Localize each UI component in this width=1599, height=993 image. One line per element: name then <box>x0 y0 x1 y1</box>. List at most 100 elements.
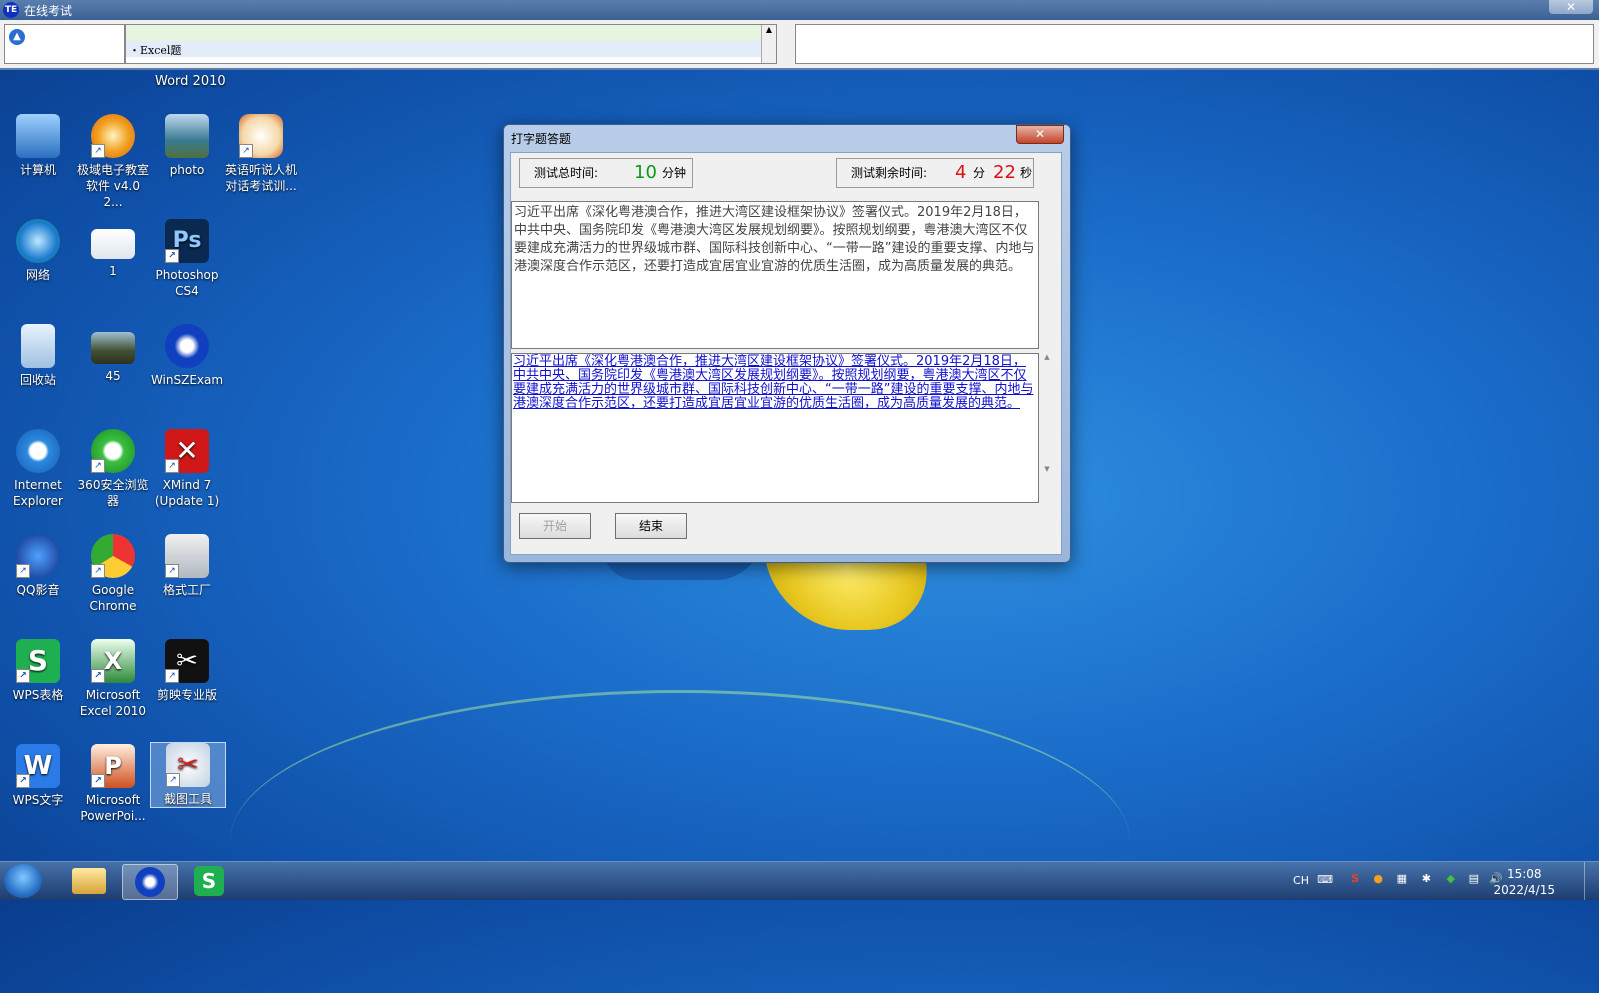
typing-scrollbar[interactable]: ▲ ▼ <box>1041 353 1053 503</box>
bluetooth-icon[interactable]: ✱ <box>1422 872 1431 885</box>
remaining-minutes: 4 <box>955 162 967 183</box>
desktop-icon-powerpoint[interactable]: P ↗ Microsoft PowerPoi... <box>76 744 150 824</box>
total-time-label: 测试总时间: <box>534 166 599 180</box>
file-icon <box>91 229 135 259</box>
start-button[interactable]: 开始 <box>519 513 591 539</box>
excel-icon: X ↗ <box>91 639 135 683</box>
dialog-body: 测试总时间: 10 分钟 测试剩余时间: 4 分 22 秒 习近平出席《深化粤港… <box>510 152 1062 555</box>
desktop-icon-wps-writer[interactable]: W ↗ WPS文字 <box>1 744 75 808</box>
ime-indicator[interactable]: CH <box>1293 874 1309 887</box>
desktop-icon-excel[interactable]: X ↗ Microsoft Excel 2010 <box>76 639 150 719</box>
list-item[interactable] <box>126 25 771 41</box>
cow-icon: ↗ <box>239 114 283 158</box>
desktop-icon-wps-sheet[interactable]: S ↗ WPS表格 <box>1 639 75 703</box>
desktop-icon-label: 极域电子教室 软件 v4.0 2... <box>76 163 149 209</box>
exam-panel: ▲ ・Excel题 ▲ <box>0 20 1599 70</box>
list-item[interactable] <box>126 41 771 57</box>
question-item-label[interactable]: ・Excel题 <box>129 42 181 58</box>
desktop-icon-45[interactable]: 45 <box>76 324 150 384</box>
desktop-icon-folder-1[interactable]: 1 <box>76 219 150 279</box>
network-tray-icon[interactable]: ▦ <box>1397 872 1407 885</box>
exam-titlebar: TE 在线考试 ✕ <box>0 0 1599 20</box>
desktop-icon-winszexam[interactable]: WinSZExam <box>150 324 224 388</box>
taskbar-wps[interactable]: S <box>182 864 236 898</box>
typing-dialog: 打字题答题 ✕ 测试总时间: 10 分钟 测试剩余时间: 4 分 22 秒 习近… <box>503 124 1071 563</box>
computer-icon <box>16 114 60 158</box>
chrome-icon: ↗ <box>91 534 135 578</box>
network-icon[interactable]: ▤ <box>1469 872 1479 885</box>
total-time-value: 10 <box>634 162 657 183</box>
desktop-icon-label: WPS文字 <box>12 793 64 807</box>
jiyu-tray-icon[interactable]: ● <box>1373 872 1383 885</box>
question-list: ・Excel题 ▲ <box>125 24 777 64</box>
browser-360-icon: ↗ <box>91 429 135 473</box>
desktop-icon-recycle-bin[interactable]: 回收站 <box>1 324 75 388</box>
desktop-icon-photo[interactable]: photo <box>150 114 224 178</box>
desktop-icon-label: 360安全浏览器 <box>77 478 149 508</box>
desktop-icon-label: 45 <box>105 369 121 383</box>
remaining-time-box: 测试剩余时间: 4 分 22 秒 <box>836 158 1034 188</box>
typing-input[interactable]: 习近平出席《深化粤港澳合作，推进大湾区建设框架协议》签署仪式。2019年2月18… <box>511 353 1039 503</box>
dialog-title: 打字题答题 <box>511 132 572 146</box>
desktop-icon-qqplayer[interactable]: ↗ QQ影音 <box>1 534 75 598</box>
desktop-icon-label: Microsoft PowerPoi... <box>80 793 146 823</box>
keyboard-icon[interactable]: ⌨ <box>1317 873 1333 886</box>
show-desktop-button[interactable] <box>1584 862 1599 900</box>
taskbar: S CH ⌨ S ● ▦ ✱ ◆ ▤ 🔊 15:08 2022/4/15 <box>0 861 1599 900</box>
up-arrow-icon[interactable]: ▲ <box>9 29 25 45</box>
desktop-icon-label: WPS表格 <box>12 688 64 702</box>
jianying-icon: ✂ ↗ <box>165 639 209 683</box>
desktop-icon-snipping-tool[interactable]: ✂ ↗ 截图工具 <box>150 742 226 808</box>
internet-explorer-icon <box>16 429 60 473</box>
desktop-icon-label: 1 <box>109 264 117 278</box>
wallpaper-curve <box>230 690 1130 993</box>
desktop-icon-computer[interactable]: 计算机 <box>1 114 75 178</box>
desktop-icon-label: Internet Explorer <box>13 478 63 508</box>
format-factory-icon: ↗ <box>165 534 209 578</box>
desktop-icon-ie[interactable]: Internet Explorer <box>1 429 75 509</box>
desktop-icon-label: 格式工厂 <box>162 583 211 597</box>
clock[interactable]: 15:08 2022/4/15 <box>1493 866 1555 898</box>
desktop-icon-label: 网络 <box>25 268 50 282</box>
desktop-icon-label: Google Chrome <box>89 583 137 613</box>
photo-icon <box>165 114 209 158</box>
desktop-icon-label: 剪映专业版 <box>156 688 217 702</box>
wps-spreadsheet-icon: S ↗ <box>16 639 60 683</box>
app-tray-icon[interactable]: ◆ <box>1447 872 1455 885</box>
clock-time: 15:08 <box>1506 867 1542 881</box>
desktop-icon-label: XMind 7 (Update 1) <box>154 478 220 508</box>
image-thumbnail-icon <box>91 332 135 364</box>
start-button-windows[interactable] <box>4 864 42 898</box>
desktop-icon-chrome[interactable]: ↗ Google Chrome <box>76 534 150 614</box>
desktop-icon-english-exam[interactable]: ↗ 英语听说人机 对话考试训... <box>224 114 298 194</box>
desktop-icon-xmind[interactable]: ✕ ↗ XMind 7 (Update 1) <box>150 429 224 509</box>
question-list-scrollbar[interactable]: ▲ <box>761 25 776 63</box>
sogou-icon[interactable]: S <box>1351 872 1359 885</box>
window-close-button[interactable]: ✕ <box>1549 0 1593 14</box>
desktop-icon-360[interactable]: ↗ 360安全浏览器 <box>76 429 150 509</box>
dialog-close-button[interactable]: ✕ <box>1016 125 1064 144</box>
qqplayer-icon: ↗ <box>16 534 60 578</box>
desktop-icon-photoshop[interactable]: Ps ↗ Photoshop CS4 <box>150 219 224 299</box>
remaining-seconds: 22 <box>993 162 1016 183</box>
folder-icon <box>72 868 106 894</box>
desktop-icon-label: 英语听说人机 对话考试训... <box>224 163 297 193</box>
end-button[interactable]: 结束 <box>615 513 687 539</box>
taskbar-explorer[interactable] <box>62 864 116 898</box>
desktop-icon-jianying[interactable]: ✂ ↗ 剪映专业版 <box>150 639 224 703</box>
exam-logo-icon: TE <box>3 2 19 18</box>
desktop-icon-label: QQ影音 <box>16 583 60 597</box>
desktop-icon-label: 计算机 <box>19 163 56 177</box>
desktop-icon-label: Microsoft Excel 2010 <box>79 688 147 718</box>
desktop-icon-network[interactable]: 网络 <box>1 219 75 283</box>
desktop-icon-jiyu[interactable]: ↗ 极域电子教室 软件 v4.0 2... <box>76 114 150 210</box>
total-time-unit: 分钟 <box>662 166 687 180</box>
desktop-icon-label[interactable]: Word 2010 <box>155 74 226 89</box>
window-title: 在线考试 <box>24 4 73 18</box>
xmind-icon: ✕ ↗ <box>165 429 209 473</box>
desktop-icon-format-factory[interactable]: ↗ 格式工厂 <box>150 534 224 598</box>
taskbar-exam[interactable] <box>122 864 178 900</box>
wps-writer-icon: W ↗ <box>16 744 60 788</box>
clock-date: 2022/4/15 <box>1493 883 1555 897</box>
desktop-icon-label: Photoshop CS4 <box>155 268 219 298</box>
